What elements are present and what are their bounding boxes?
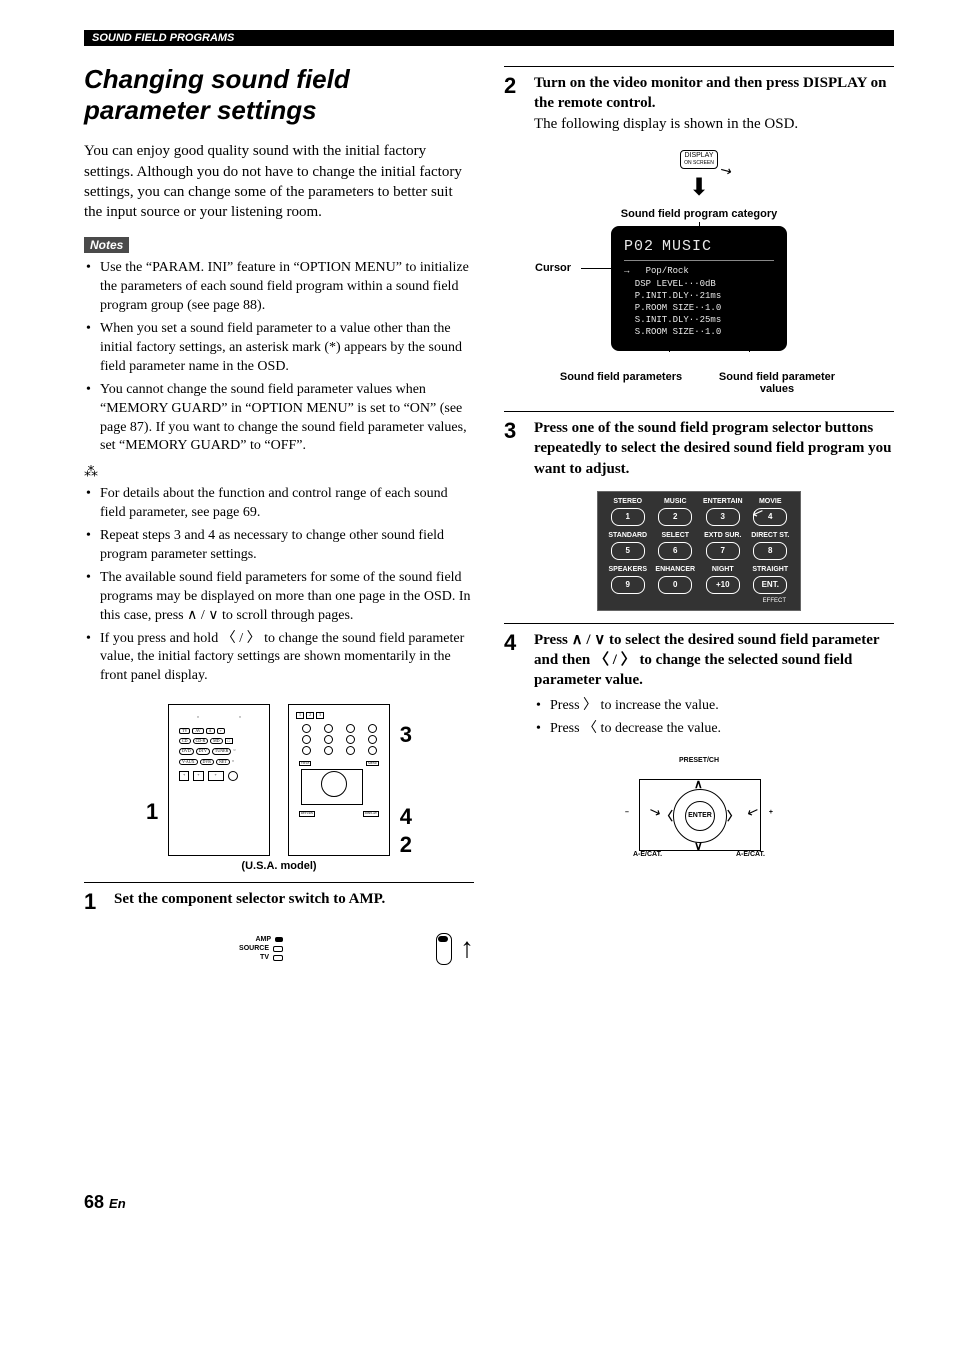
- tip-item: If you press and hold 〈 / 〉 to change th…: [100, 630, 474, 687]
- enter-button: ENTER: [685, 801, 715, 831]
- minus-label: –: [625, 809, 629, 816]
- nav-pad-figure: PRESET/CH ENTER ∧ ∨ 〈 〉 – + A-E/CAT. A-E…: [629, 757, 769, 867]
- grid-btn: 7: [706, 542, 740, 560]
- step-2: 2 Turn on the video monitor and then pre…: [504, 66, 894, 134]
- callout-3: 3: [400, 722, 412, 748]
- notes-list: Use the “PARAM. INI” feature in “OPTION …: [84, 259, 474, 456]
- grid-btn: 8: [753, 542, 787, 560]
- step-number: 1: [84, 889, 114, 915]
- grid-btn: 5: [611, 542, 645, 560]
- display-btn-line2: ON SCREEN: [684, 160, 714, 166]
- program-button-grid: STEREO MUSIC ENTERTAIN MOVIE 1 2 3 4 STA…: [597, 491, 801, 611]
- grid-label: SELECT: [653, 532, 697, 539]
- step-text: Press one of the sound field program sel…: [534, 420, 891, 477]
- callout-1: 1: [146, 799, 158, 825]
- grid-btn: 1: [611, 508, 645, 526]
- plus-label: +: [769, 809, 773, 816]
- aecat-label-right: A-E/CAT.: [736, 851, 765, 858]
- osd-p02: P02: [624, 237, 654, 257]
- down-chevron-icon: ∨: [694, 839, 703, 853]
- osd-category-label: Sound field program category: [549, 208, 849, 220]
- grid-label: ENHANCER: [653, 566, 697, 573]
- model-caption: (U.S.A. model): [84, 860, 474, 872]
- section-title: Changing sound field parameter settings: [84, 64, 474, 126]
- tv-label: TV: [260, 954, 269, 961]
- notes-label: Notes: [84, 237, 129, 253]
- grid-label: NIGHT: [701, 566, 745, 573]
- tip-item: Repeat steps 3 and 4 as necessary to cha…: [100, 527, 474, 565]
- grid-btn: 6: [658, 542, 692, 560]
- tips-list: For details about the function and contr…: [84, 485, 474, 686]
- osd-figure: DISPLAY ON SCREEN ↘ ⬇ Sound field progra…: [549, 150, 849, 395]
- left-column: Changing sound field parameter settings …: [84, 56, 474, 972]
- remote-left-illustration: ○○ TV AV A + CD CD-R MD: [168, 704, 270, 856]
- osd-screen: P02 MUSIC → Pop/Rock DSP LEVEL···0dB P.I…: [611, 226, 787, 351]
- aecat-label-left: A-E/CAT.: [633, 851, 662, 858]
- down-arrow-icon: ⬇: [549, 173, 849, 202]
- page-number: 68 En: [84, 1192, 894, 1213]
- osd-music: MUSIC: [662, 237, 712, 257]
- step-text-body: The following display is shown in the OS…: [534, 114, 894, 134]
- right-chevron-icon: 〉: [727, 807, 739, 824]
- step4-sub: Press 〈 to decrease the value.: [550, 720, 894, 739]
- step-4: 4 Press ∧ / ∨ to select the desired soun…: [504, 623, 894, 747]
- effect-label: EFFECT: [604, 598, 794, 604]
- step-number: 3: [504, 418, 534, 444]
- step-1: 1 Set the component selector switch to A…: [84, 882, 474, 915]
- step-text: Set the component selector switch to AMP…: [114, 891, 385, 907]
- grid-label: DIRECT ST.: [748, 532, 792, 539]
- step-3: 3 Press one of the sound field program s…: [504, 411, 894, 479]
- grid-label: SPEAKERS: [606, 566, 650, 573]
- grid-btn: 2: [658, 508, 692, 526]
- osd-lines: → Pop/Rock DSP LEVEL···0dB P.INIT.DLY··2…: [624, 265, 774, 338]
- preset-label: PRESET/CH: [629, 757, 769, 764]
- display-button-icon: DISPLAY ON SCREEN: [680, 150, 718, 169]
- note-item: You cannot change the sound field parame…: [100, 381, 474, 457]
- callout-4: 4: [400, 804, 412, 830]
- up-chevron-icon: ∧: [694, 777, 703, 791]
- grid-label: STEREO: [606, 498, 650, 505]
- step4-sub: Press 〉 to increase the value.: [550, 697, 894, 716]
- callout-2: 2: [400, 832, 412, 858]
- intro-paragraph: You can enjoy good quality sound with th…: [84, 141, 474, 222]
- grid-btn: ENT.: [753, 576, 787, 594]
- tip-icon: ⁂: [84, 464, 474, 481]
- step-number: 4: [504, 630, 534, 656]
- osd-value-label: Sound field parameter values: [705, 371, 849, 395]
- up-arrow-icon: ↑: [460, 935, 474, 963]
- right-column: 2 Turn on the video monitor and then pre…: [504, 56, 894, 972]
- step-number: 2: [504, 73, 534, 99]
- grid-label: EXTD SUR.: [701, 532, 745, 539]
- page-num-value: 68: [84, 1192, 104, 1212]
- page-suffix: En: [109, 1196, 126, 1211]
- osd-param-label: Sound field parameters: [549, 371, 693, 395]
- tip-item: The available sound field parameters for…: [100, 569, 474, 626]
- grid-btn: +10: [706, 576, 740, 594]
- grid-btn: 3: [706, 508, 740, 526]
- step-text-bold: Press ∧ / ∨ to select the desired sound …: [534, 630, 894, 691]
- note-item: When you set a sound field parameter to …: [100, 320, 474, 377]
- source-label: SOURCE: [239, 945, 269, 952]
- grid-label: MUSIC: [653, 498, 697, 505]
- display-btn-line1: DISPLAY: [684, 152, 713, 159]
- grid-label: STANDARD: [606, 532, 650, 539]
- grid-btn: 0: [658, 576, 692, 594]
- step-text-bold: Turn on the video monitor and then press…: [534, 73, 894, 114]
- switch-slot: [436, 933, 452, 965]
- amp-switch-figure: AMP SOURCE TV ↑: [84, 925, 474, 972]
- cursor-label: Cursor: [535, 262, 571, 274]
- left-chevron-icon: 〈: [661, 807, 673, 824]
- grid-label: STRAIGHT: [748, 566, 792, 573]
- header-band: SOUND FIELD PROGRAMS: [84, 30, 894, 46]
- grid-btn: 9: [611, 576, 645, 594]
- remote-right-illustration: 1 2 3: [288, 704, 390, 856]
- amp-label: AMP: [255, 936, 271, 943]
- remote-figure: ○○ TV AV A + CD CD-R MD: [84, 704, 474, 856]
- grid-label: ENTERTAIN: [701, 498, 745, 505]
- tip-item: For details about the function and contr…: [100, 485, 474, 523]
- note-item: Use the “PARAM. INI” feature in “OPTION …: [100, 259, 474, 316]
